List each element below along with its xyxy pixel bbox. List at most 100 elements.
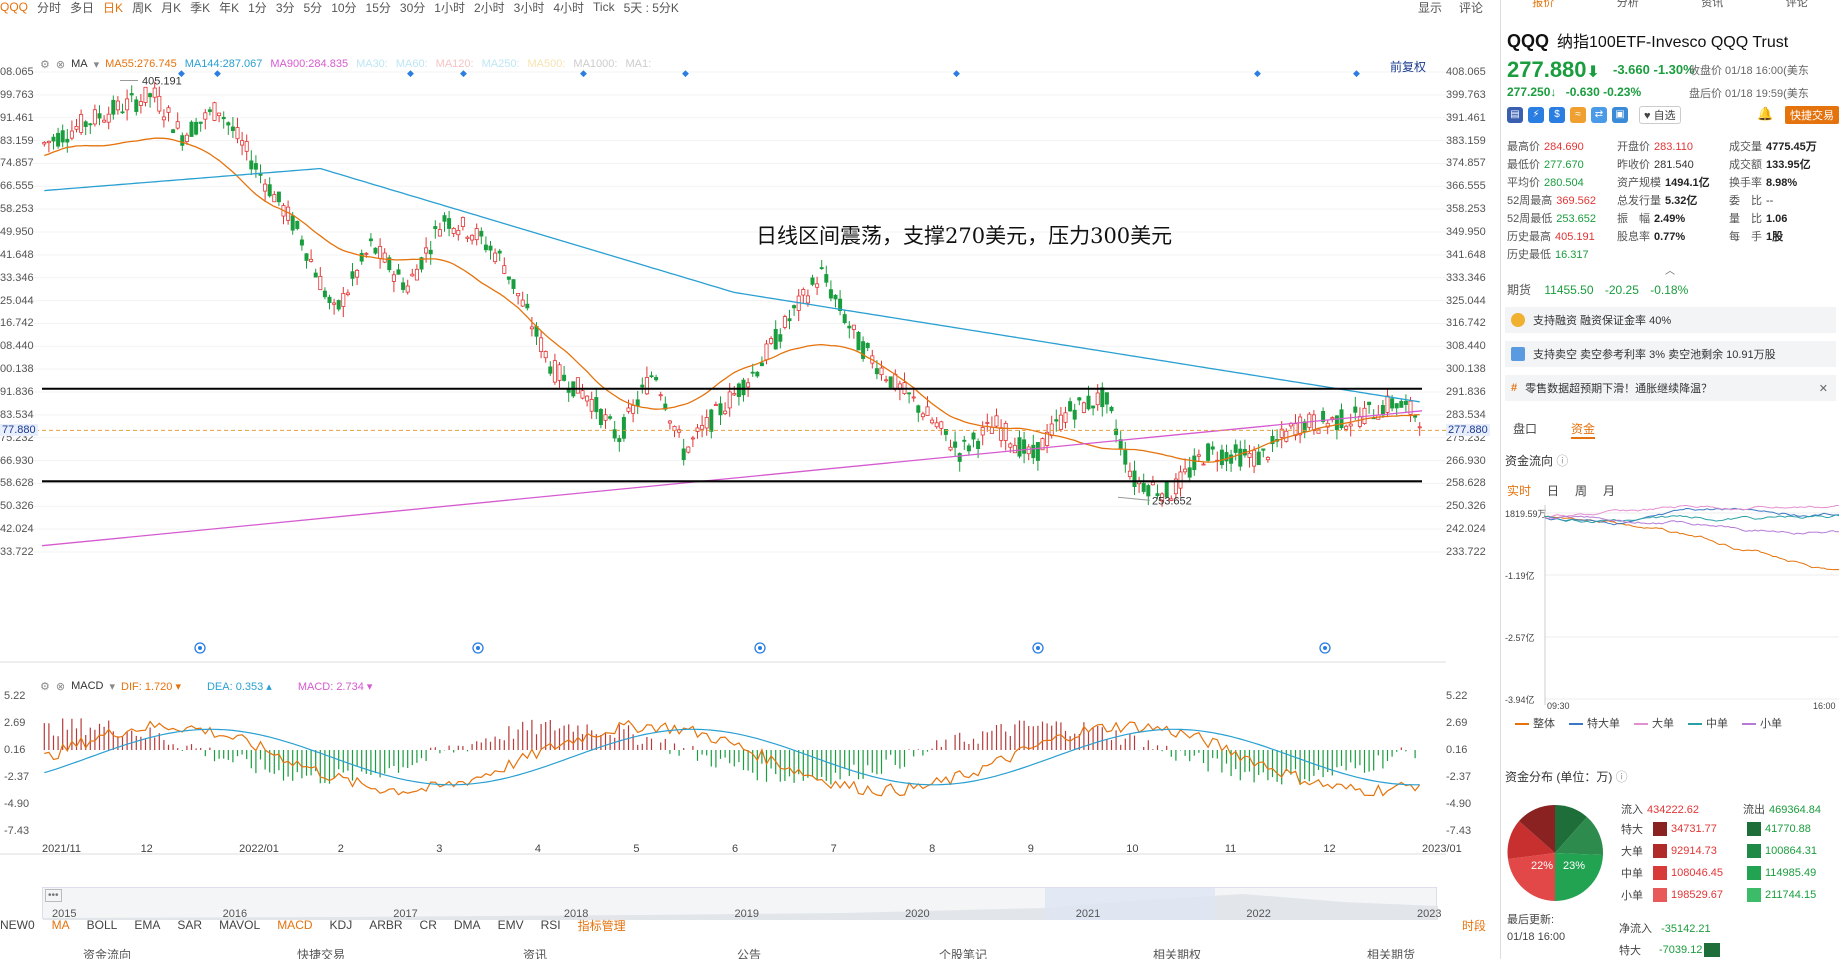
- period-18[interactable]: Tick: [593, 0, 615, 14]
- period-16[interactable]: 3小时: [514, 0, 545, 15]
- candle-body: [152, 87, 157, 98]
- close-icon[interactable]: ⊗: [56, 680, 65, 693]
- indicator-8[interactable]: ARBR: [369, 918, 402, 932]
- bottom-tab-2[interactable]: 资讯: [428, 946, 642, 959]
- indicator-2[interactable]: BOLL: [87, 918, 118, 932]
- period-12[interactable]: 15分: [366, 0, 391, 15]
- indicator-1[interactable]: MA: [52, 918, 70, 932]
- gear-icon[interactable]: ⚙: [40, 680, 50, 693]
- bottom-tab-3[interactable]: 公告: [642, 946, 856, 959]
- ma-item-9[interactable]: MA1:: [625, 58, 651, 70]
- bottom-tab-6[interactable]: 相关期货: [1284, 946, 1498, 959]
- ma-item-7[interactable]: MA500:: [528, 58, 566, 70]
- indicator-13[interactable]: 指标管理: [578, 917, 626, 934]
- period-7[interactable]: 年K: [219, 0, 239, 15]
- period-11[interactable]: 10分: [331, 0, 356, 15]
- period-19[interactable]: 5天 : 5分K: [624, 0, 679, 15]
- period-4[interactable]: 周K: [132, 0, 152, 15]
- ma-item-1[interactable]: MA144:287.067: [185, 58, 263, 70]
- gear-icon[interactable]: ⚙: [40, 58, 50, 71]
- futures-row[interactable]: 期货 11455.50 -20.25 -0.18%: [1507, 281, 1688, 298]
- period-15[interactable]: 2小时: [474, 0, 505, 15]
- bell-icon[interactable]: 🔔: [1757, 106, 1773, 122]
- info-icon[interactable]: ⓘ: [1616, 770, 1628, 784]
- panel-tab-0[interactable]: 报价: [1501, 0, 1586, 12]
- chart-area[interactable]: 405.191 253.652 日线区间震荡，支撑270美元，压力300美元 ◆ ◆ ◆ ◆…: [0, 14, 1498, 944]
- stats-table: 最高价 284.690 开盘价 283.110 成交量 4775.45万 最低价 277.67…: [1507, 138, 1837, 264]
- indicator-6[interactable]: MACD: [277, 918, 312, 932]
- ma-item-4[interactable]: MA60:: [396, 58, 428, 70]
- period-17[interactable]: 4小时: [553, 0, 584, 15]
- ma-item-0[interactable]: MA55:276.745: [105, 58, 177, 70]
- bottom-tab-0[interactable]: 资金流向: [0, 946, 214, 959]
- indicator-9[interactable]: CR: [420, 918, 437, 932]
- chevron-down-icon[interactable]: ▾: [109, 680, 115, 693]
- depth-tab-1[interactable]: 资金: [1571, 420, 1596, 439]
- indicator-3[interactable]: EMA: [134, 918, 160, 932]
- period-8[interactable]: 1分: [248, 0, 267, 15]
- share-icon[interactable]: ⇄: [1591, 107, 1607, 123]
- ma-item-3[interactable]: MA30:: [356, 58, 388, 70]
- candle-body: [92, 109, 97, 125]
- period-3[interactable]: 日K: [103, 0, 123, 15]
- overview-handle-icon[interactable]: •••: [45, 889, 62, 902]
- flow-title: 资金流向 ⓘ: [1505, 454, 1569, 468]
- ma-item-2[interactable]: MA900:284.835: [270, 58, 348, 70]
- indicator-4[interactable]: SAR: [177, 918, 202, 932]
- dollar-icon[interactable]: $: [1549, 107, 1565, 123]
- depth-tab-0[interactable]: 盘口: [1513, 420, 1537, 439]
- ma-label[interactable]: MA: [71, 58, 88, 70]
- toolbar-right-0[interactable]: 显示: [1418, 0, 1442, 15]
- period-1[interactable]: 分时: [37, 0, 61, 15]
- ma-item-8[interactable]: MA1000:: [573, 58, 617, 70]
- kline-svg[interactable]: 405.191 253.652 日线区间震荡，支撑270美元，压力300美元 ◆ ◆ ◆ ◆…: [0, 14, 1498, 944]
- indicator-11[interactable]: EMV: [498, 918, 524, 932]
- indicator-10[interactable]: DMA: [454, 918, 481, 932]
- panel-tab-3[interactable]: 评论: [1755, 0, 1839, 12]
- period-0[interactable]: QQQ: [0, 0, 28, 14]
- period-2[interactable]: 多日: [70, 0, 94, 15]
- close-icon[interactable]: ⊗: [56, 58, 65, 71]
- close-icon[interactable]: ✕: [1819, 382, 1828, 395]
- period-13[interactable]: 30分: [400, 0, 425, 15]
- period-5[interactable]: 月K: [161, 0, 181, 15]
- ma-item-5[interactable]: MA120:: [436, 58, 474, 70]
- quick-trade-button[interactable]: 快捷交易: [1785, 106, 1839, 124]
- period-6[interactable]: 季K: [190, 0, 210, 15]
- bottom-tab-5[interactable]: 相关期权: [1070, 946, 1284, 959]
- margin-notice[interactable]: 支持融资 融资保证金率 40%: [1505, 307, 1836, 333]
- flag-us-icon[interactable]: ▤: [1507, 107, 1523, 123]
- news-icon[interactable]: ▣: [1612, 107, 1628, 123]
- indicator-7[interactable]: KDJ: [330, 918, 353, 932]
- expand-chevron-icon[interactable]: ︿: [1665, 262, 1675, 277]
- panel-tab-2[interactable]: 资讯: [1670, 0, 1755, 12]
- add-watchlist-button[interactable]: ♥ 自选: [1639, 106, 1681, 124]
- macd-label[interactable]: MACD: [71, 680, 103, 692]
- bottom-tab-1[interactable]: 快捷交易: [214, 946, 428, 959]
- lightning-icon[interactable]: ⚡: [1528, 107, 1544, 123]
- adjust-button[interactable]: 前复权: [1390, 58, 1426, 75]
- panel-tab-1[interactable]: 分析: [1586, 0, 1671, 12]
- chevron-down-icon[interactable]: ▾: [94, 58, 100, 71]
- indicator-12[interactable]: RSI: [541, 918, 561, 932]
- short-notice[interactable]: 支持卖空 卖空参考利率 3% 卖空池剩余 10.91万股: [1505, 341, 1836, 367]
- flow-tab-3[interactable]: 月: [1603, 482, 1615, 499]
- time-share-button[interactable]: 时段: [1462, 917, 1486, 934]
- info-icon[interactable]: ⓘ: [1556, 454, 1568, 468]
- period-9[interactable]: 3分: [276, 0, 295, 15]
- period-14[interactable]: 1小时: [434, 0, 465, 15]
- flow-tab-0[interactable]: 实时: [1507, 482, 1531, 499]
- ma-item-6[interactable]: MA250:: [482, 58, 520, 70]
- flow-tab-1[interactable]: 日: [1547, 482, 1559, 499]
- candle-body: [874, 368, 879, 375]
- chart-icon[interactable]: ≈: [1570, 107, 1586, 123]
- indicator-5[interactable]: MAVOL: [219, 918, 260, 932]
- flow-tab-2[interactable]: 周: [1575, 482, 1587, 499]
- news-notice[interactable]: # 零售数据超预期下滑！通胀继续降温？ ✕: [1505, 375, 1836, 401]
- candle-body: [695, 427, 700, 432]
- bottom-tab-4[interactable]: 个股笔记: [856, 946, 1070, 959]
- toolbar-right-1[interactable]: 评论: [1459, 0, 1483, 15]
- period-10[interactable]: 5分: [304, 0, 323, 15]
- indicator-0[interactable]: NEW0: [0, 918, 35, 932]
- candle-body: [769, 338, 774, 344]
